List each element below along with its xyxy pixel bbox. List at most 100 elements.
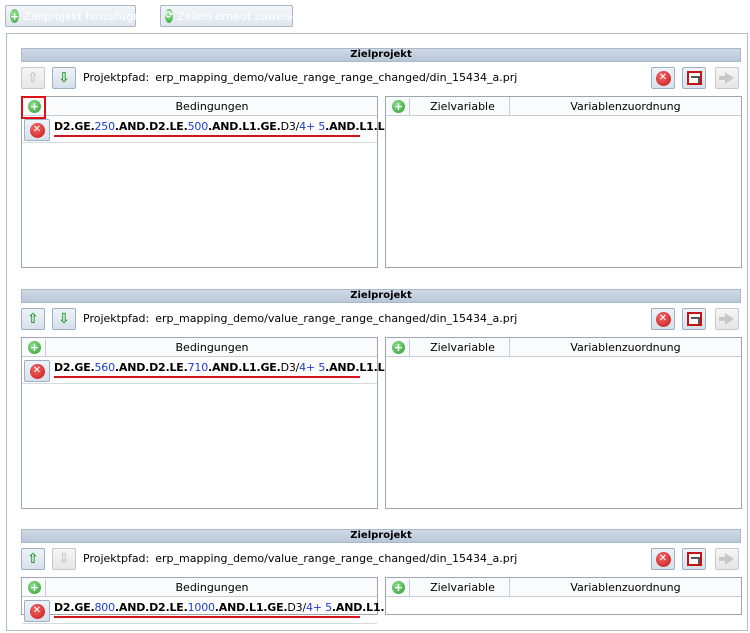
- condition-token: D3/: [287, 601, 306, 614]
- condition-row[interactable]: ✕ D2.GE.250.AND.D2.LE.500.AND.L1.GE.D3/4…: [22, 117, 428, 143]
- apply-mapping-button[interactable]: [715, 67, 739, 89]
- project-path-row: ⇧ ⇩ Projektpfad: erp_mapping_demo/value_r…: [21, 548, 741, 572]
- condition-expression[interactable]: D2.GE.560.AND.D2.LE.710.AND.L1.GE.D3/4+ …: [54, 361, 428, 374]
- delete-condition-button[interactable]: ✕: [24, 360, 50, 382]
- project-path-value: erp_mapping_demo/value_range_range_chang…: [155, 71, 518, 84]
- variables-header-row: + Zielvariable Variablenzuordnung: [386, 578, 741, 597]
- variables-header-row: + Zielvariable Variablenzuordnung: [386, 97, 741, 116]
- condition-token: .AND.: [208, 361, 243, 374]
- move-down-button[interactable]: ⇩: [52, 67, 76, 89]
- condition-token: .AND.: [325, 120, 360, 133]
- condition-token: .AND.: [114, 120, 150, 133]
- condition-token: 4: [305, 601, 313, 614]
- condition-token: D2.LE.: [149, 120, 188, 133]
- condition-token: 250: [94, 120, 116, 133]
- project-path-value: erp_mapping_demo/value_range_range_chang…: [155, 312, 518, 325]
- apply-mapping-button[interactable]: [715, 308, 739, 330]
- condition-expression[interactable]: D2.GE.250.AND.D2.LE.500.AND.L1.GE.D3/4+ …: [54, 120, 428, 133]
- condition-token: D3/: [280, 361, 300, 374]
- condition-token: D2.GE.: [54, 601, 95, 614]
- condition-token: D2.LE.: [149, 601, 188, 614]
- edit-project-icon: [686, 71, 702, 85]
- green-plus-icon: +: [392, 341, 405, 354]
- condition-token: L1.GE.: [242, 120, 281, 133]
- add-condition-button[interactable]: +: [24, 579, 46, 596]
- target-project-section: Zielprojekt ⇧ ⇩ Projektpfad: erp_mapping_…: [21, 529, 742, 624]
- conditions-header-row: + Bedingungen: [21, 96, 377, 119]
- add-variable-button[interactable]: +: [388, 98, 410, 115]
- delete-condition-button[interactable]: ✕: [24, 600, 50, 622]
- condition-row[interactable]: ✕ D2.GE.560.AND.D2.LE.710.AND.L1.GE.D3/4…: [22, 358, 428, 384]
- add-variable-button[interactable]: +: [388, 579, 410, 596]
- red-x-icon: ✕: [29, 363, 45, 379]
- edit-project-button[interactable]: [682, 548, 706, 570]
- edit-project-button[interactable]: [682, 67, 706, 89]
- arrow-up-icon: ⇧: [27, 70, 39, 86]
- green-plus-icon: +: [28, 581, 41, 594]
- project-path: Projektpfad: erp_mapping_demo/value_range…: [83, 312, 523, 325]
- move-down-button[interactable]: ⇩: [52, 308, 76, 330]
- condition-token: .AND.: [114, 361, 150, 374]
- condition-token: 4: [299, 120, 306, 133]
- arrow-down-icon: ⇩: [58, 70, 70, 86]
- condition-row[interactable]: ✕ D2.GE.800.AND.D2.LE.1000.AND.L1.GE.D3/…: [22, 598, 435, 624]
- move-up-button[interactable]: ⇧: [21, 548, 45, 570]
- target-variable-column-header: Zielvariable: [430, 581, 495, 594]
- condition-token: +: [305, 120, 316, 133]
- reassign-rows-button[interactable]: ⟳ Zeilen erneut zuweisen: [160, 5, 306, 27]
- delete-condition-button[interactable]: ✕: [24, 119, 50, 141]
- refresh-icon: ⟳: [165, 9, 174, 23]
- condition-token: 500: [187, 120, 209, 133]
- delete-project-button[interactable]: ✕: [651, 308, 675, 330]
- highlight-box: [21, 96, 46, 119]
- condition-token: D2.LE.: [149, 361, 188, 374]
- condition-underline: [54, 376, 360, 378]
- condition-token: 710: [187, 361, 209, 374]
- variable-mapping-column-header: Variablenzuordnung: [570, 100, 681, 113]
- move-up-button[interactable]: ⇧: [21, 67, 45, 89]
- red-x-icon: ✕: [655, 311, 671, 327]
- add-variable-button[interactable]: +: [388, 339, 410, 356]
- condition-token: D2.GE.: [54, 120, 95, 133]
- arrow-right-icon: [718, 313, 734, 325]
- move-down-button[interactable]: ⇩: [52, 548, 76, 570]
- condition-expression[interactable]: D2.GE.800.AND.D2.LE.1000.AND.L1.GE.D3/4+…: [54, 601, 435, 614]
- edit-project-button[interactable]: [682, 308, 706, 330]
- project-path-label: Projektpfad:: [83, 312, 150, 325]
- arrow-down-icon: ⇩: [58, 551, 70, 567]
- condition-token: 560: [94, 361, 116, 374]
- condition-token: 4: [299, 361, 306, 374]
- delete-project-button[interactable]: ✕: [651, 548, 675, 570]
- edit-project-icon: [686, 312, 702, 326]
- conditions-column-header: Bedingungen: [175, 581, 249, 594]
- variables-panel: + Zielvariable Variablenzuordnung: [385, 96, 742, 268]
- condition-token: L1.GE.: [242, 361, 281, 374]
- conditions-column-header: Bedingungen: [175, 100, 249, 113]
- condition-token: +: [312, 601, 322, 614]
- apply-mapping-button[interactable]: [715, 548, 739, 570]
- condition-token: 1000: [187, 601, 215, 614]
- variables-header-row: + Zielvariable Variablenzuordnung: [386, 338, 741, 357]
- variable-mapping-column-header: Variablenzuordnung: [570, 581, 681, 594]
- add-condition-button[interactable]: +: [24, 339, 46, 356]
- condition-token: .AND.: [214, 601, 250, 614]
- conditions-header-row: + Bedingungen: [22, 578, 377, 597]
- add-target-project-button[interactable]: + Zielprojekt hinzufügen: [5, 5, 147, 27]
- project-path-row: ⇧ ⇩ Projektpfad: erp_mapping_demo/value_r…: [21, 67, 741, 91]
- variables-panel: + Zielvariable Variablenzuordnung: [385, 577, 742, 615]
- section-header: Zielprojekt: [21, 48, 741, 62]
- condition-token: L1.GE.: [249, 601, 288, 614]
- edit-project-icon: [686, 552, 702, 566]
- condition-token: .AND.: [114, 601, 150, 614]
- project-path-label: Projektpfad:: [83, 71, 150, 84]
- green-plus-icon: +: [392, 100, 405, 113]
- delete-project-button[interactable]: ✕: [651, 67, 675, 89]
- section-header: Zielprojekt: [21, 529, 741, 543]
- move-up-button[interactable]: ⇧: [21, 308, 45, 330]
- project-path-value: erp_mapping_demo/value_range_range_chang…: [155, 552, 518, 565]
- target-project-section: Zielprojekt ⇧ ⇩ Projektpfad: erp_mapping_…: [21, 48, 742, 273]
- section-header: Zielprojekt: [21, 289, 741, 303]
- arrow-down-icon: ⇩: [58, 311, 70, 327]
- green-plus-icon: +: [28, 341, 41, 354]
- arrow-up-icon: ⇧: [27, 311, 39, 327]
